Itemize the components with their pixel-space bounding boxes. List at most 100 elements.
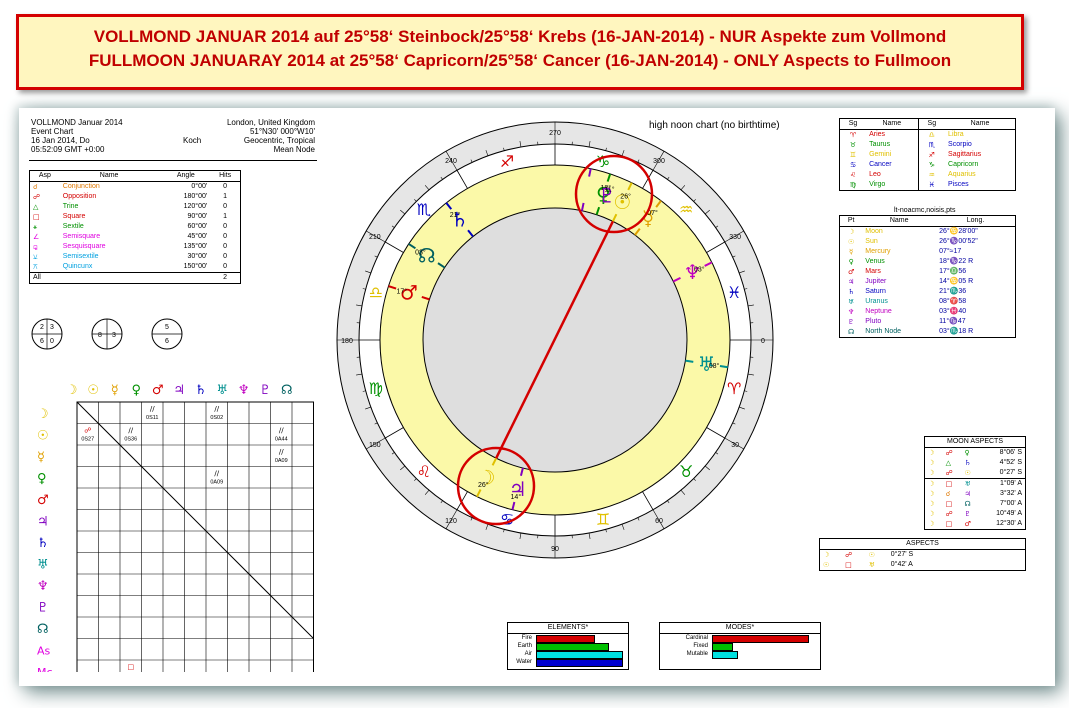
elements-row: Earth — [508, 642, 628, 651]
planet-name: Jupiter — [865, 278, 887, 285]
elements-row: Air — [508, 650, 628, 659]
aspect-row: □ Square 90°00' 1 — [30, 212, 240, 222]
planet-glyph-icon: ♃ — [964, 490, 971, 498]
sign-glyph-icon: ♊ — [849, 151, 857, 159]
grid-row-glyph-icon: ☿ — [37, 450, 45, 465]
planet-longitude: 21°♏36 — [939, 288, 967, 295]
elements-bar — [536, 659, 623, 667]
moon-aspects-box: MOON ASPECTS ☽ ☍ ♀ 8°06' S ☽ △ ♄ 4°52' S ☽ ☍ ☉ 0°27… — [924, 436, 1026, 530]
grid-row-glyph-icon: ♃ — [37, 514, 49, 529]
planet-longitude: 17°♎56 — [939, 268, 967, 275]
planet-degree-label: 08° — [709, 362, 720, 370]
aspect-angle: 120°00' — [183, 203, 208, 210]
aspect-angle: 45°00' — [187, 233, 208, 240]
aspect-symbol-icon: □ — [845, 561, 852, 569]
grid-aspect-symbol-icon: // — [279, 427, 284, 435]
aspect-name: Semisextile — [62, 253, 99, 260]
elements-box: ELEMENTS* Fire Earth Air Water — [507, 622, 629, 670]
sign-name: Scorpio — [948, 141, 972, 148]
aspect-row: ⚼ Sesquisquare 135°00' 0 — [30, 242, 240, 252]
grid-aspect-symbol-icon: // — [279, 448, 284, 456]
aspect-hits: 0 — [223, 243, 228, 250]
moon-icon: ☽ — [928, 490, 935, 498]
planet-glyph-icon: ♃ — [848, 278, 855, 286]
sign-glyph-icon: ♈ — [849, 131, 857, 139]
planet-glyph-icon: ♅ — [868, 561, 875, 569]
planet-longitude: 08°♈58 — [939, 298, 967, 305]
aspect-symbol-icon: ☍ — [945, 469, 953, 477]
degree-label: 90 — [551, 546, 559, 553]
aspect-orb: 8°06' S — [999, 449, 1022, 456]
planet-degree-label: 26° — [620, 192, 631, 200]
pt-col-header: Pt — [847, 217, 855, 224]
planet-name: Venus — [865, 258, 885, 265]
moon-aspect-row: ☽ ☍ ☉ 0°27' S — [925, 468, 1025, 479]
degree-label: 330 — [729, 234, 741, 241]
quadrant-count: 3 — [112, 332, 116, 339]
aspect-angle: 90°00' — [187, 213, 208, 220]
aspect-angle: 180°00' — [183, 193, 208, 200]
zodiac-sign-icon: ♎ — [369, 283, 383, 302]
grid-row-glyph-icon: ♄ — [37, 536, 49, 551]
moon-aspect-row: ☽ ☍ ♀ 8°06' S — [925, 448, 1025, 458]
moon-icon: ☽ — [928, 500, 935, 508]
chart-panel: VOLLMOND Januar 2014 Event Chart 16 Jan … — [19, 108, 1055, 686]
zodiac-sign-icon: ♈ — [727, 379, 741, 398]
aspect-symbol-icon: □ — [945, 480, 953, 488]
sign-glyph-icon: ♎ — [917, 129, 946, 140]
grid-row-glyph-icon: ☽ — [37, 407, 49, 422]
grid-aspect-symbol-icon: // — [128, 427, 133, 435]
zodiac-type: Geocentric, Tropical — [243, 136, 315, 145]
asp-angle-col-header: Angle — [176, 172, 195, 179]
grid-col-glyph-icon: ♅ — [216, 383, 228, 398]
aspect-row: ☌ Conjunction 0°00' 0 — [30, 182, 240, 193]
modes-row: Fixed — [660, 642, 820, 651]
grid-aspect-symbol-icon: ☍ — [84, 427, 91, 435]
planet-glyph-icon: ☿ — [848, 248, 854, 256]
grid-aspect-value: 0S27 — [81, 437, 94, 443]
quadrant-count: 0 — [50, 338, 54, 345]
sign-name: Capricorn — [948, 161, 979, 168]
planet-row: ☽ Moon 26°♋28'00" — [840, 227, 1015, 238]
grid-col-glyph-icon: ♃ — [173, 383, 185, 398]
grid-col-glyph-icon: ♄ — [195, 383, 207, 398]
aspect-orb: 4°52' S — [999, 459, 1022, 466]
aspect-orb: 12°30' A — [996, 520, 1022, 527]
planet-degree-label: 14° — [511, 493, 522, 501]
aspect-symbol-icon: ⚺ — [33, 253, 38, 261]
grid-aspect-value: 0S11 — [146, 415, 158, 421]
grid-col-glyph-icon: ☉ — [87, 383, 99, 398]
sign-glyph-icon: ♌ — [849, 171, 857, 179]
planet-name: Uranus — [865, 298, 888, 305]
quadrant-count: 6 — [40, 338, 44, 345]
sign-name: Libra — [948, 131, 964, 138]
planet-glyph-icon: ☽ — [848, 228, 855, 236]
event-place: London, United Kingdom — [226, 118, 315, 127]
quadrant-count: 6 — [165, 338, 169, 345]
planet-longitude: 03°♓40 — [939, 308, 967, 315]
aspect-hits: 0 — [223, 203, 228, 210]
aspect-symbol-icon: ⚼ — [33, 243, 38, 251]
mini-quadrant-circles: 2 36 08 356 — [31, 318, 183, 350]
planet-degree-label: 11° — [604, 185, 614, 193]
aspect-hits: 0 — [223, 183, 228, 190]
grid-col-glyph-icon: ☿ — [111, 383, 119, 398]
moon-icon: ☽ — [928, 469, 935, 477]
house-system: Koch — [183, 136, 202, 145]
zodiac-sign-icon: ♏ — [417, 200, 431, 219]
moon-icon: ☽ — [928, 459, 935, 467]
banner-line-english: FULLMOON JANUARAY 2014 at 25°58‘ Caprico… — [88, 51, 952, 70]
planet-glyph-icon: ♂ — [964, 520, 971, 528]
planet-row: ♇ Pluto 11°♑47 — [840, 317, 1015, 327]
degree-label: 150 — [369, 442, 381, 449]
event-coords: 51°N30' 000°W10' — [249, 127, 315, 136]
grid-row-glyph-icon: ☊ — [37, 622, 49, 637]
aspect-symbol-icon: □ — [945, 520, 953, 528]
grid-row-glyph-icon: ♆ — [37, 579, 49, 594]
sign-name: Taurus — [869, 141, 891, 148]
sign-name-header-2: Name — [970, 120, 990, 127]
aspect-symbol-icon: ⚹ — [33, 223, 38, 231]
grid-row-glyph-icon: ♇ — [37, 600, 49, 615]
planet-name: Mercury — [865, 248, 891, 255]
sign-name: Virgo — [869, 181, 886, 188]
